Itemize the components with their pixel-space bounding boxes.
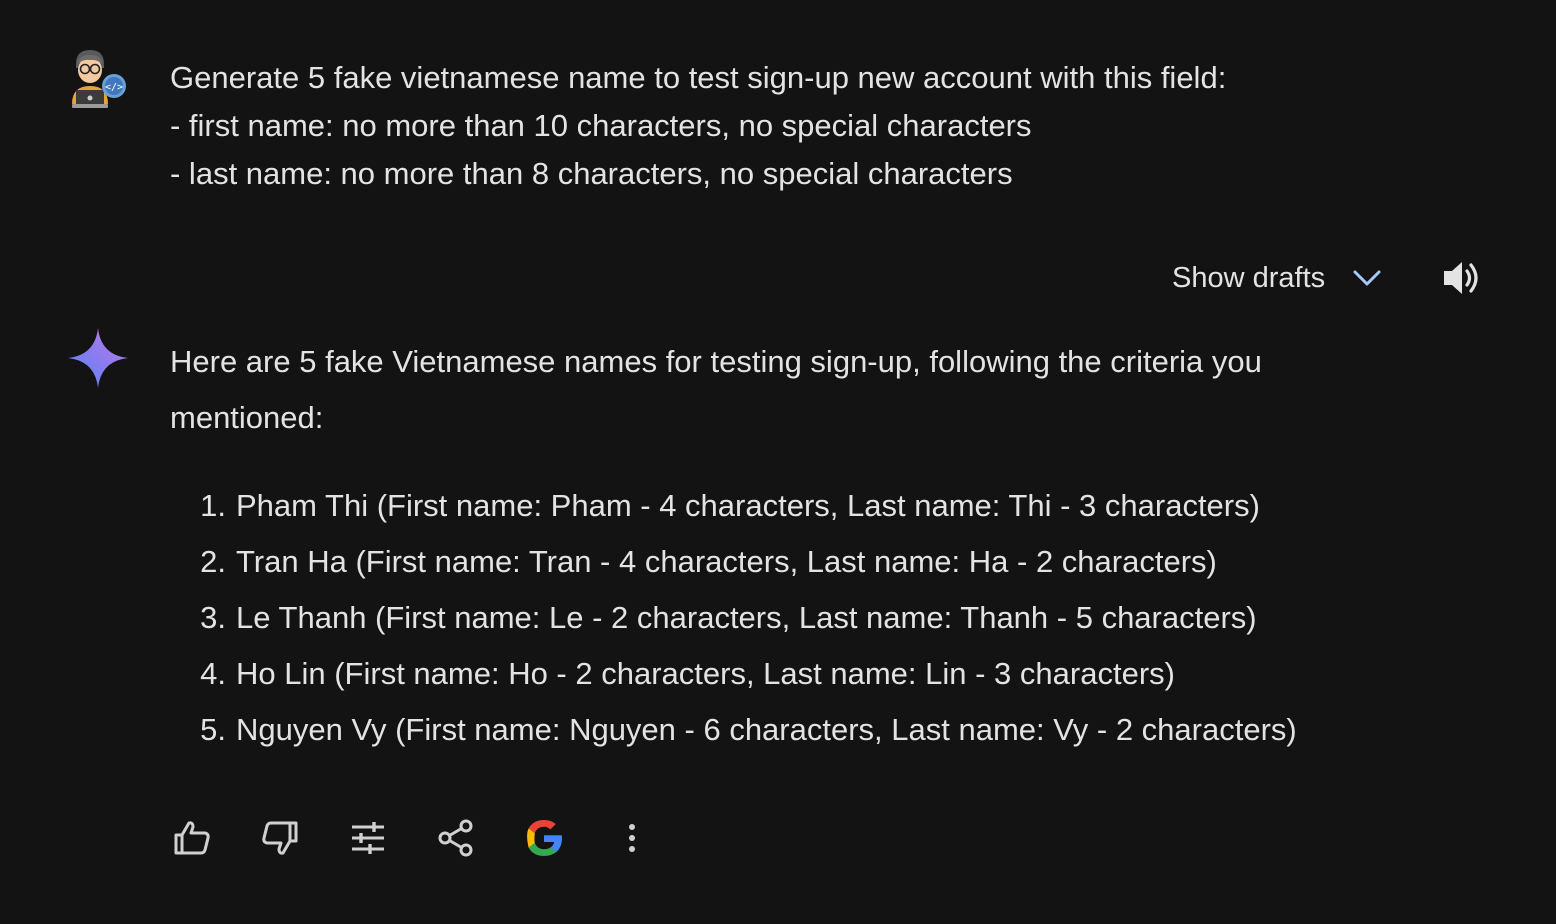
show-drafts-button[interactable]: Show drafts — [1160, 252, 1385, 304]
tune-icon — [348, 818, 388, 858]
share-button[interactable] — [430, 812, 482, 864]
list-item: 1. Pham Thi (First name: Pham - 4 charac… — [170, 478, 1390, 534]
list-item-text: Le Thanh (First name: Le - 2 characters,… — [236, 600, 1257, 635]
conversation-page: </> Generate 5 fake vietnamese name to t… — [0, 0, 1556, 924]
list-item-text: Ho Lin (First name: Ho - 2 characters, L… — [236, 656, 1175, 691]
list-number: 2. — [200, 544, 226, 579]
list-item-text: Pham Thi (First name: Pham - 4 character… — [236, 488, 1260, 523]
prompt-line: - first name: no more than 10 characters… — [170, 108, 1032, 143]
name-list: 1. Pham Thi (First name: Pham - 4 charac… — [170, 478, 1390, 758]
modify-response-button[interactable] — [342, 812, 394, 864]
prompt-line: - last name: no more than 8 characters, … — [170, 156, 1013, 191]
list-number: 5. — [200, 712, 226, 747]
list-number: 4. — [200, 656, 226, 691]
user-prompt: Generate 5 fake vietnamese name to test … — [170, 54, 1470, 198]
google-icon — [524, 818, 564, 858]
list-item: 2. Tran Ha (First name: Tran - 4 charact… — [170, 534, 1390, 590]
speaker-icon[interactable] — [1436, 252, 1488, 304]
response-intro: Here are 5 fake Vietnamese names for tes… — [170, 344, 1262, 435]
assistant-response: Here are 5 fake Vietnamese names for tes… — [170, 334, 1390, 758]
show-drafts-label: Show drafts — [1172, 261, 1326, 294]
more-options-button[interactable] — [606, 812, 658, 864]
user-avatar-icon: </> — [66, 46, 130, 110]
list-item-text: Tran Ha (First name: Tran - 4 characters… — [236, 544, 1217, 579]
thumbs-up-button[interactable] — [166, 812, 218, 864]
more-vertical-icon — [612, 818, 652, 858]
list-item-text: Nguyen Vy (First name: Nguyen - 6 charac… — [236, 712, 1297, 747]
chevron-down-icon — [1349, 260, 1385, 296]
thumbs-up-icon — [172, 818, 212, 858]
thumbs-down-button[interactable] — [254, 812, 306, 864]
response-actions — [166, 812, 694, 864]
list-number: 1. — [200, 488, 226, 523]
svg-text:</>: </> — [105, 82, 123, 93]
list-item: 3. Le Thanh (First name: Le - 2 characte… — [170, 590, 1390, 646]
list-number: 3. — [200, 600, 226, 635]
list-item: 5. Nguyen Vy (First name: Nguyen - 6 cha… — [170, 702, 1390, 758]
share-icon — [436, 818, 476, 858]
thumbs-down-icon — [260, 818, 300, 858]
list-item: 4. Ho Lin (First name: Ho - 2 characters… — [170, 646, 1390, 702]
google-it-button[interactable] — [518, 812, 570, 864]
sparkle-icon — [66, 326, 130, 390]
prompt-line: Generate 5 fake vietnamese name to test … — [170, 60, 1227, 95]
